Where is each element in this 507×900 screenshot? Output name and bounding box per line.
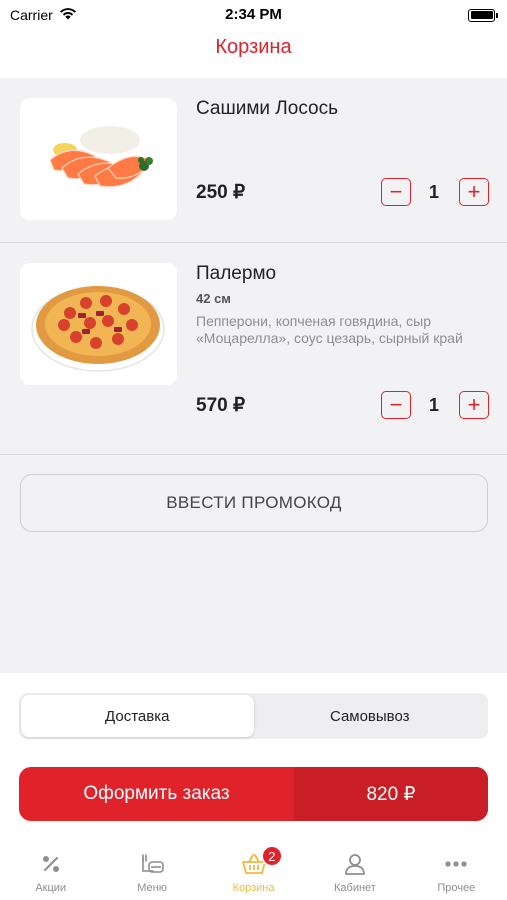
cart-content: Сашими Лосось 250 ₽ − 1 + Палермо 42 см … (0, 78, 507, 673)
tab-label: Корзина (232, 882, 275, 894)
checkout-button[interactable]: Оформить заказ 820 ₽ (19, 767, 488, 821)
salmon-sashimi-image (20, 98, 177, 220)
more-icon (443, 852, 469, 876)
item-name: Палермо (196, 263, 277, 284)
item-name: Сашими Лосось (196, 98, 339, 119)
plus-icon: + (467, 179, 481, 204)
item-price: 250 ₽ (196, 182, 246, 203)
delivery-segmented-control: Доставка Самовывоз (19, 693, 488, 739)
item-description: Пепперони, копченая говядина, сыр «Моцар… (196, 313, 463, 346)
tab-label: Прочее (437, 882, 476, 894)
cart-item: Сашими Лосось 250 ₽ − 1 + (0, 78, 507, 243)
status-bar: Carrier 2:34 PM (0, 0, 507, 30)
cart-item: Палермо 42 см Пепперони, копченая говяди… (0, 243, 507, 455)
decrease-quantity-button[interactable]: − (381, 178, 411, 206)
minus-icon: − (389, 179, 403, 204)
battery-icon (468, 8, 498, 22)
tab-more[interactable]: Прочее (406, 838, 507, 900)
plus-icon: + (467, 392, 481, 417)
pizza-image (20, 263, 177, 385)
delivery-option[interactable]: Доставка (21, 695, 254, 737)
tab-label: Акции (35, 882, 67, 894)
checkout-label: Оформить заказ (83, 783, 230, 804)
tab-menu[interactable]: Меню (101, 838, 202, 900)
tab-cart[interactable]: Корзина 2 (203, 838, 304, 900)
tab-label: Кабинет (334, 882, 376, 894)
menu-icon (139, 852, 165, 876)
increase-quantity-button[interactable]: + (459, 391, 489, 419)
pickup-option[interactable]: Самовывоз (254, 695, 487, 737)
cart-count-badge: 2 (260, 845, 283, 867)
decrease-quantity-button[interactable]: − (381, 391, 411, 419)
page-title: Корзина (215, 36, 292, 58)
item-size: 42 см (196, 291, 231, 306)
tab-bar: Акции Меню Корзина 2 Кабинет Прочее (0, 838, 507, 900)
item-quantity: 1 (428, 182, 439, 202)
item-quantity: 1 (428, 395, 439, 415)
increase-quantity-button[interactable]: + (459, 178, 489, 206)
percent-icon (40, 852, 62, 876)
minus-icon: − (389, 392, 403, 417)
order-total: 820 ₽ (294, 767, 488, 821)
tab-promotions[interactable]: Акции (0, 838, 101, 900)
promo-code-button[interactable]: ВВЕСТИ ПРОМОКОД (20, 474, 488, 532)
tab-label: Меню (137, 882, 167, 894)
item-price: 570 ₽ (196, 395, 246, 416)
person-icon (344, 852, 366, 876)
tab-account[interactable]: Кабинет (304, 838, 405, 900)
status-time: 2:34 PM (225, 6, 282, 23)
